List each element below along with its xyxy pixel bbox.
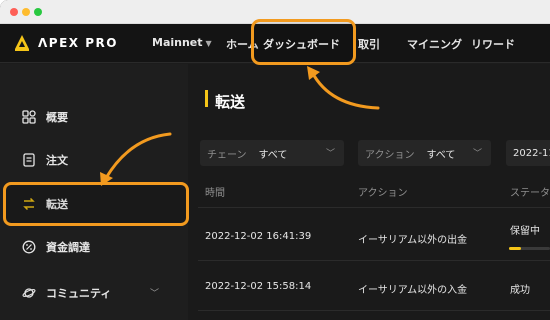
action-filter-select[interactable]: アクション すべて ﹀: [358, 140, 491, 166]
chain-filter-label: チェーン: [207, 149, 247, 161]
row-1-time: 2022-12-02 16:41:39: [205, 231, 312, 242]
row-1-progress-bar: [509, 247, 550, 250]
sidebar-item-label: 概要: [46, 111, 68, 124]
main-content: 転送 チェーン すべて ﹀ アクション すべて ﹀ 2022-11 時間 アクシ…: [188, 64, 550, 320]
minimize-window-button[interactable]: [22, 8, 30, 16]
action-filter-value: すべて: [426, 149, 456, 161]
chevron-down-icon[interactable]: ﹀: [150, 286, 159, 299]
row-2-status: 成功: [510, 285, 530, 296]
apex-pro-logo[interactable]: ΛPEX PRO: [12, 33, 118, 53]
nav-reward[interactable]: リワード: [471, 36, 515, 52]
sidebar-item-label: コミュニティ: [46, 287, 112, 300]
column-header-time[interactable]: 時間: [205, 184, 225, 199]
maximize-window-button[interactable]: [34, 8, 42, 16]
sidebar-item-overview[interactable]: 概要: [22, 108, 68, 126]
chain-filter-select[interactable]: チェーン すべて ﹀: [200, 140, 344, 166]
network-label: Mainnet: [152, 36, 203, 49]
sidebar-item-label: 資金調達: [46, 241, 90, 254]
column-header-status[interactable]: ステータス: [510, 184, 550, 199]
sidebar-item-community[interactable]: コミュニティ: [22, 284, 111, 302]
close-window-button[interactable]: [10, 8, 18, 16]
document-icon: [23, 153, 35, 167]
row-1-status: 保留中: [510, 226, 540, 237]
chevron-down-icon: ﹀: [325, 149, 335, 159]
transfer-highlight-box: [3, 182, 189, 226]
table-divider: [198, 310, 550, 311]
apex-logo-icon: [15, 35, 29, 51]
table-divider: [198, 207, 550, 208]
chevron-down-icon: ﹀: [472, 149, 482, 159]
sidebar-item-orders[interactable]: 注文: [22, 151, 68, 169]
date-filter-value: 2022-11: [513, 147, 550, 159]
action-filter-label: アクション: [365, 149, 415, 161]
app-window: ΛPEX PRO Mainnet ▼ ホーム ダッシュボード 取引 マイニング リ…: [0, 0, 550, 320]
nav-mining[interactable]: マイニング: [407, 36, 462, 52]
chain-filter-value: すべて: [258, 149, 288, 161]
date-filter-input[interactable]: 2022-11: [506, 140, 550, 166]
grid-icon: [22, 110, 36, 124]
dashboard-highlight-box: [251, 19, 356, 65]
progress-fill: [509, 247, 522, 250]
sidebar-item-label: 注文: [46, 154, 68, 167]
column-header-action[interactable]: アクション: [358, 184, 408, 199]
nav-trade[interactable]: 取引: [358, 36, 380, 52]
planet-icon: [22, 288, 36, 298]
row-1-action: イーサリアム以外の出金: [358, 235, 468, 246]
title-accent-bar: [205, 90, 208, 107]
row-2-action: イーサリアム以外の入金: [358, 285, 468, 296]
row-2-time: 2022-12-02 15:58:14: [205, 281, 312, 292]
percent-icon: [22, 240, 36, 254]
caret-down-icon: ▼: [205, 39, 212, 48]
page-title: 転送: [215, 93, 246, 111]
table-divider: [198, 260, 550, 261]
logo-text: ΛPEX PRO: [38, 36, 118, 50]
network-selector[interactable]: Mainnet ▼: [152, 36, 212, 49]
sidebar-item-funding[interactable]: 資金調達: [22, 238, 90, 256]
